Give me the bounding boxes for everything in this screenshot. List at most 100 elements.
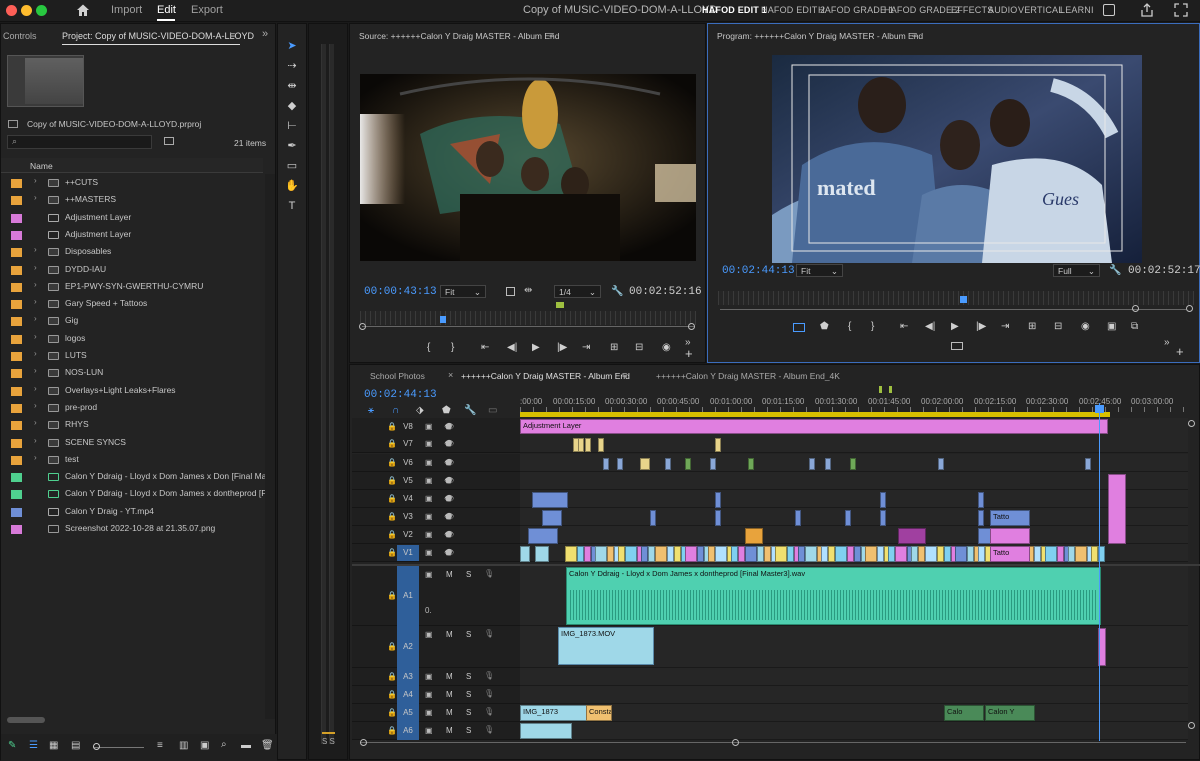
v1-clip[interactable] bbox=[911, 546, 918, 562]
source-panel-menu-icon[interactable]: ≡ bbox=[549, 30, 554, 40]
lock-icon[interactable]: 🔒 bbox=[387, 690, 397, 699]
program-wrench-icon[interactable]: 🔧 bbox=[1109, 265, 1121, 276]
source-insert-button-icon[interactable]: ⊞ bbox=[610, 342, 618, 353]
v1-clip[interactable] bbox=[757, 546, 764, 562]
v1-clip[interactable] bbox=[607, 546, 614, 562]
solo-button[interactable]: S bbox=[466, 726, 471, 735]
ripple-edit-tool-icon[interactable]: ⇹ bbox=[284, 79, 300, 93]
track-name-v8[interactable]: V8 bbox=[397, 419, 419, 435]
source-step-back-icon[interactable]: ◀| bbox=[507, 342, 517, 353]
v1-clip[interactable] bbox=[937, 546, 944, 562]
toggle-sync-icon[interactable]: ▣ bbox=[425, 548, 433, 557]
program-step-forward-icon[interactable]: |▶ bbox=[976, 321, 986, 332]
toggle-sync-icon[interactable]: ▣ bbox=[425, 439, 433, 448]
v1-clip[interactable] bbox=[775, 546, 787, 562]
program-time-ruler[interactable] bbox=[718, 291, 1194, 305]
v1-clip[interactable] bbox=[918, 546, 925, 562]
workspace-menu-icon[interactable] bbox=[1103, 4, 1115, 16]
program-proxy-icon[interactable]: ⧉ bbox=[1131, 321, 1138, 332]
label-color-swatch[interactable] bbox=[11, 317, 22, 327]
label-color-swatch[interactable] bbox=[11, 213, 22, 223]
v1-clip[interactable] bbox=[787, 546, 794, 562]
lock-icon[interactable]: 🔒 bbox=[387, 591, 397, 600]
track-name-v2[interactable]: V2 bbox=[397, 527, 419, 543]
tab-album-end-4k[interactable]: ++++++Calon Y Draig MASTER - Album End_4… bbox=[656, 371, 840, 381]
v6-clip[interactable] bbox=[825, 458, 831, 470]
mute-button[interactable]: M bbox=[446, 630, 453, 639]
solo-button[interactable]: S bbox=[466, 672, 471, 681]
a1-volume-level[interactable]: 0. bbox=[425, 606, 432, 615]
v3-clip[interactable] bbox=[880, 510, 886, 526]
disclosure-icon[interactable]: › bbox=[34, 245, 37, 254]
label-color-swatch[interactable] bbox=[11, 438, 22, 448]
v2-clip[interactable] bbox=[898, 528, 926, 544]
v1-clip[interactable] bbox=[1057, 546, 1064, 562]
solo-button[interactable]: S bbox=[466, 690, 471, 699]
solo-button[interactable]: S bbox=[466, 570, 471, 579]
program-playhead[interactable] bbox=[960, 296, 967, 303]
v1-clip[interactable] bbox=[1068, 546, 1075, 562]
track-select-tool-icon[interactable]: ⇢ bbox=[284, 59, 300, 73]
lock-icon[interactable]: 🔒 bbox=[387, 458, 397, 467]
maximize-window-button[interactable] bbox=[36, 5, 47, 16]
source-play-icon[interactable]: ▶ bbox=[532, 342, 540, 353]
disclosure-icon[interactable]: › bbox=[34, 349, 37, 358]
eye-icon[interactable]: 👁 bbox=[444, 512, 454, 521]
voiceover-icon[interactable]: ▣ bbox=[425, 726, 433, 735]
project-item[interactable]: › LUTS bbox=[1, 347, 263, 364]
disclosure-icon[interactable]: › bbox=[34, 384, 37, 393]
source-export-frame-icon[interactable]: ◉ bbox=[662, 342, 671, 353]
nav-import[interactable]: Import bbox=[111, 4, 142, 16]
project-item[interactable]: › DYDD-IAU bbox=[1, 261, 263, 278]
program-marker-icon[interactable]: ⬟ bbox=[820, 321, 829, 332]
v1-clip[interactable] bbox=[798, 546, 805, 562]
project-item[interactable]: › Gary Speed + Tattoos bbox=[1, 295, 263, 312]
v6-clip[interactable] bbox=[710, 458, 716, 470]
source-playhead[interactable] bbox=[440, 316, 446, 323]
project-item[interactable]: › NOS-LUN bbox=[1, 364, 263, 381]
v3-tatto-clip[interactable]: Tatto bbox=[990, 510, 1030, 526]
timeline-scroll-left-handle[interactable] bbox=[360, 739, 367, 746]
label-color-swatch[interactable] bbox=[11, 507, 22, 517]
solo-button[interactable]: S bbox=[466, 708, 471, 717]
project-item[interactable]: Screenshot 2022-10-28 at 21.35.07.png bbox=[1, 520, 263, 537]
v3-clip[interactable] bbox=[715, 510, 721, 526]
workspace-learning[interactable]: LEARNING bbox=[1060, 5, 1094, 15]
mute-button[interactable]: M bbox=[446, 672, 453, 681]
solo-button[interactable]: S bbox=[466, 630, 471, 639]
source-monitor-title[interactable]: Source: ++++++Calon Y Draig MASTER - Alb… bbox=[359, 31, 560, 41]
project-item[interactable]: Calon Y Ddraig - Lloyd x Dom James x don… bbox=[1, 485, 265, 502]
project-item[interactable]: › ++MASTERS bbox=[1, 191, 263, 208]
workspace-vertical[interactable]: VERTICAL bbox=[1018, 5, 1063, 15]
v4-clip[interactable] bbox=[880, 492, 886, 508]
v1-clip[interactable] bbox=[978, 546, 985, 562]
v1-clip[interactable] bbox=[697, 546, 704, 562]
program-vr-icon[interactable] bbox=[951, 342, 963, 350]
disclosure-icon[interactable]: › bbox=[34, 366, 37, 375]
pink-end-clip[interactable] bbox=[1108, 474, 1126, 544]
tab-school-photos[interactable]: School Photos bbox=[370, 371, 425, 381]
rectangle-tool-icon[interactable]: ▭ bbox=[284, 159, 300, 173]
v1-tatto-clip[interactable]: Tatto bbox=[990, 546, 1030, 562]
v1-clip[interactable] bbox=[708, 546, 715, 562]
v7-clip[interactable] bbox=[598, 438, 604, 452]
project-item[interactable]: › RHYS bbox=[1, 416, 263, 433]
microphone-icon[interactable]: 🎙 bbox=[484, 689, 494, 698]
project-item[interactable]: › SCENE SYNCS bbox=[1, 434, 263, 451]
slip-tool-icon[interactable]: ⊢ bbox=[284, 119, 300, 133]
v6-clip[interactable] bbox=[748, 458, 754, 470]
microphone-icon[interactable]: 🎙 bbox=[484, 671, 494, 680]
label-color-swatch[interactable] bbox=[11, 230, 22, 240]
v1-clip[interactable] bbox=[955, 546, 967, 562]
source-overwrite-icon[interactable]: ⊟ bbox=[635, 342, 643, 353]
label-color-swatch[interactable] bbox=[11, 282, 22, 292]
close-window-button[interactable] bbox=[6, 5, 17, 16]
timeline-playhead-handle[interactable] bbox=[1095, 405, 1104, 413]
v1-clip[interactable] bbox=[1045, 546, 1057, 562]
v1-clip[interactable] bbox=[967, 546, 974, 562]
freeform-view-icon[interactable]: ▤ bbox=[71, 740, 80, 751]
timeline-scroll-right-handle[interactable] bbox=[732, 739, 739, 746]
track-name-a5[interactable]: A5 bbox=[397, 704, 419, 722]
v1-clip[interactable] bbox=[577, 546, 584, 562]
source-go-to-out-icon[interactable]: ⇥ bbox=[582, 342, 590, 353]
